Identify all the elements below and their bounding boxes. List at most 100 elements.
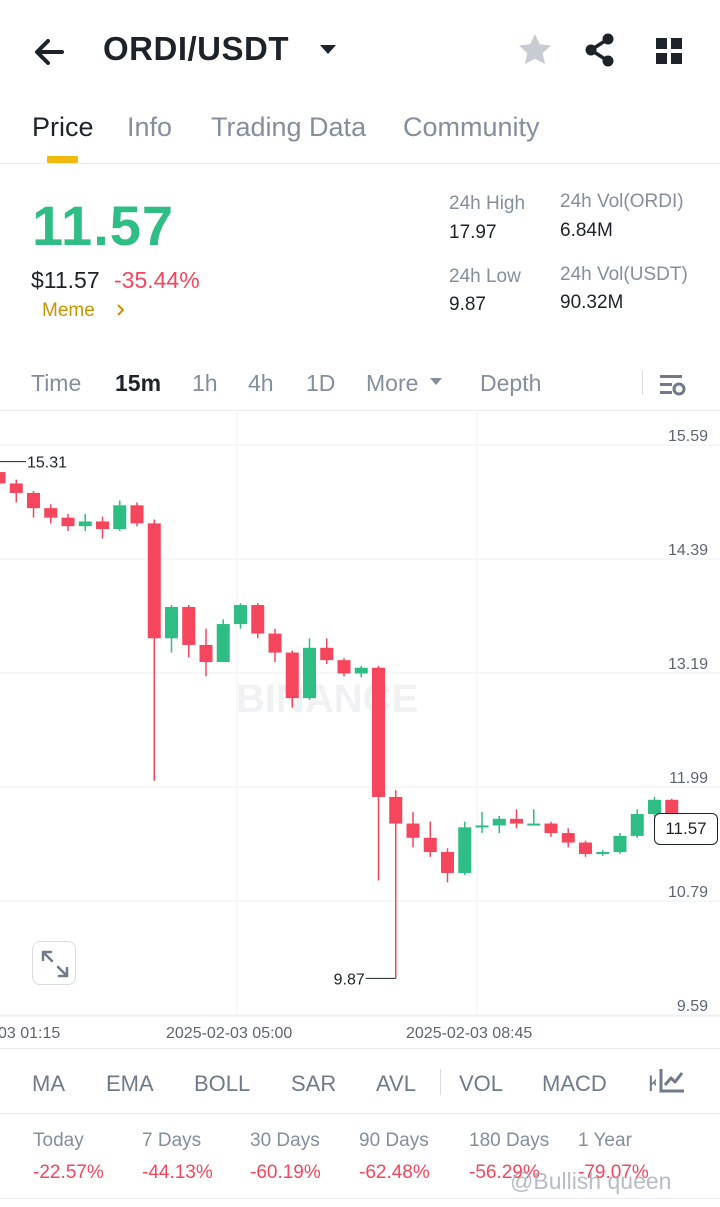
tab-price[interactable]: Price [32, 112, 94, 143]
interval-1h[interactable]: 1h [192, 370, 218, 397]
grid-icon[interactable] [650, 30, 690, 70]
pair-title[interactable]: ORDI/USDT [103, 30, 289, 68]
candle [320, 638, 334, 664]
candle [337, 658, 351, 677]
low-value: 9.87 [449, 294, 486, 315]
x-axis-label: 2025-02-03 08:45 [406, 1025, 532, 1042]
y-axis-label: 9.59 [677, 998, 708, 1015]
candle [613, 833, 627, 854]
candle-body [182, 606, 196, 645]
indicator-boll[interactable]: BOLL [194, 1071, 250, 1097]
candle-body [285, 652, 299, 699]
candle [406, 812, 420, 848]
perf-label-1y: 1 Year [578, 1130, 632, 1151]
high-label: 24h High [449, 193, 526, 214]
interval-4h[interactable]: 4h [248, 370, 274, 397]
top-bar: ORDI/USDT [0, 0, 720, 100]
candle-body [147, 523, 161, 639]
indicator-ema[interactable]: EMA [106, 1071, 154, 1097]
candle-body [44, 508, 58, 518]
indicator-avl[interactable]: AVL [376, 1071, 416, 1097]
candle-body [510, 818, 523, 824]
x-axis-label: 2025-02-03 05:00 [166, 1025, 292, 1042]
candle [510, 809, 523, 829]
caret-down-icon[interactable] [316, 38, 340, 62]
vol-base-label: 24h Vol(ORDI) [560, 191, 684, 212]
user-watermark: @Bullish queen [510, 1168, 672, 1194]
interval-time[interactable]: Time [31, 370, 81, 397]
candle-body [596, 852, 610, 855]
back-arrow-icon[interactable] [28, 30, 72, 74]
candle-body [251, 605, 265, 634]
candle [268, 628, 282, 663]
interval-depth[interactable]: Depth [480, 370, 541, 397]
expand-icon[interactable] [32, 941, 76, 985]
candle-body [492, 818, 506, 826]
candle-body [372, 667, 385, 797]
candle [354, 665, 368, 678]
candle-body [423, 837, 437, 853]
perf-label-7d: 7 Days [142, 1130, 202, 1151]
candle [372, 665, 385, 881]
perf-value-30d: -60.19% [250, 1162, 321, 1183]
candle [44, 504, 58, 524]
candle [303, 638, 316, 701]
perf-label-90d: 90 Days [359, 1130, 429, 1151]
perf-value-today: -22.57% [33, 1162, 104, 1183]
candle [544, 821, 558, 837]
perf-label-180d: 180 Days [469, 1130, 550, 1151]
indicator-kdj-partial[interactable]: K [648, 1071, 656, 1097]
chart-canvas: BINANCE 15.59 14.39 13.19 11.99 10.79 9.59 03 … [0, 412, 720, 1042]
candle-body [216, 624, 230, 663]
candle-body [458, 827, 472, 873]
candlestick-chart[interactable]: BINANCE 15.59 14.39 13.19 11.99 10.79 9.59 03 … [0, 412, 720, 1048]
candle [165, 605, 178, 653]
last-price-marker: 11.57 [654, 813, 718, 845]
interval-1d[interactable]: 1D [306, 370, 335, 397]
candle [441, 848, 454, 883]
candle [27, 491, 40, 518]
y-axis-label: 11.99 [669, 770, 708, 787]
candle [234, 603, 247, 629]
candle [9, 479, 23, 503]
high-value: 17.97 [449, 222, 497, 243]
high-marker-label: 15.31 [27, 455, 67, 472]
indicator-bar: MA EMA BOLL SAR AVL VOL MACD K [0, 1048, 720, 1114]
indicator-macd[interactable]: MACD [542, 1071, 607, 1097]
interval-15m[interactable]: 15m [115, 370, 161, 397]
indicator-vol[interactable]: VOL [459, 1071, 503, 1097]
chart-settings-icon[interactable] [656, 369, 688, 401]
candle [579, 840, 592, 857]
candle [61, 513, 75, 531]
candle-body [130, 505, 144, 524]
interval-more[interactable]: More [366, 370, 443, 397]
price-change-percent: -35.44% [114, 267, 200, 293]
divider [642, 371, 643, 395]
tab-trading-data[interactable]: Trading Data [211, 112, 366, 143]
candle-body [0, 472, 6, 484]
candle [78, 513, 92, 531]
category-tag[interactable]: Meme [42, 300, 128, 322]
share-icon[interactable] [580, 30, 620, 70]
tab-info[interactable]: Info [127, 112, 172, 143]
indicator-ma[interactable]: MA [32, 1071, 65, 1097]
candle-body [579, 842, 592, 854]
candle-body [9, 483, 23, 493]
perf-label-30d: 30 Days [250, 1130, 320, 1151]
candle-body [337, 660, 351, 674]
indicator-sar[interactable]: SAR [291, 1071, 336, 1097]
candle-body [475, 825, 489, 828]
star-icon[interactable] [515, 30, 555, 70]
candle-body [527, 823, 541, 826]
category-tag-label: Meme [42, 300, 95, 321]
tab-community[interactable]: Community [403, 112, 540, 143]
x-axis-label: 03 01:15 [0, 1025, 60, 1042]
candle-body [441, 852, 454, 873]
indicator-settings-icon[interactable] [656, 1065, 688, 1097]
candle-body [27, 492, 40, 509]
candle-body [303, 647, 316, 699]
candle-body [165, 606, 178, 639]
candle-body [61, 517, 75, 527]
last-price: 11.57 [32, 194, 175, 257]
candle [630, 809, 644, 838]
